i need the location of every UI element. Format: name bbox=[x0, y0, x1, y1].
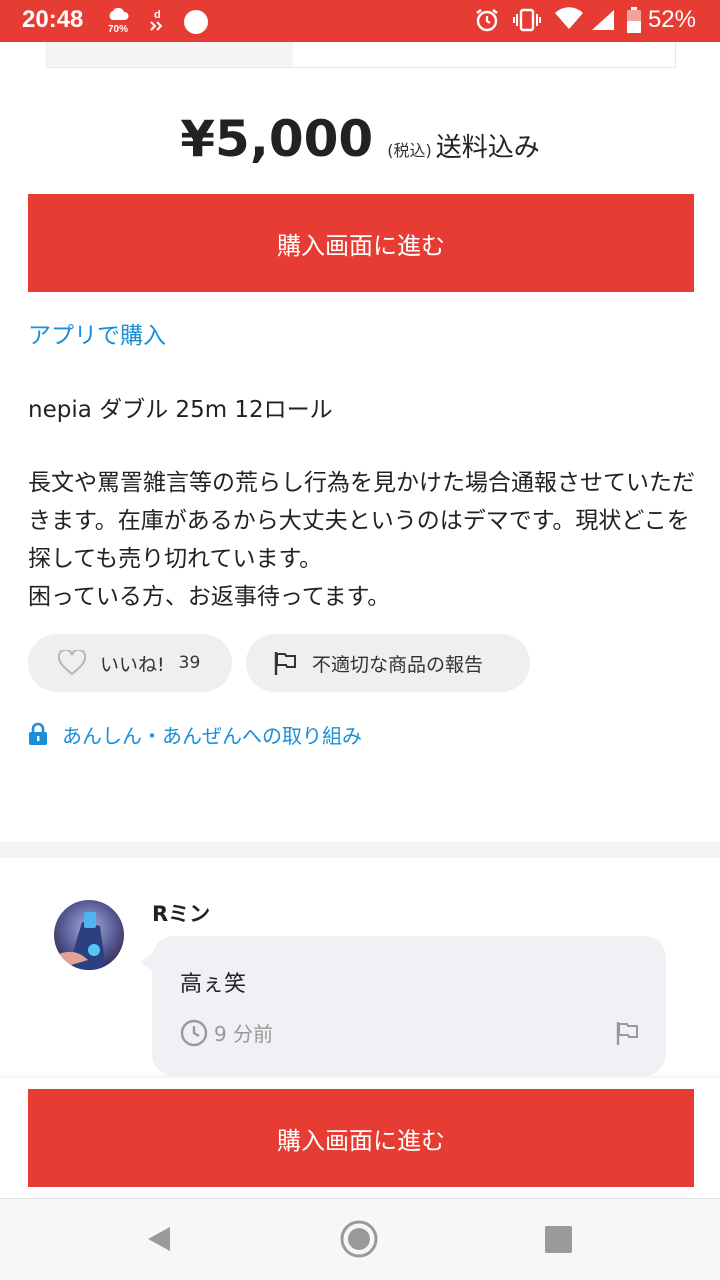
price-row: ¥5,000 (税込) 送料込み bbox=[0, 110, 720, 168]
price: ¥5,000 bbox=[180, 110, 374, 168]
heart-icon bbox=[58, 650, 86, 676]
svg-text:d: d bbox=[154, 9, 161, 21]
like-count: 39 bbox=[178, 653, 201, 673]
flag-icon bbox=[274, 652, 296, 675]
comment-time: 9 分前 bbox=[214, 1022, 274, 1046]
report-comment-flag-icon[interactable] bbox=[614, 1020, 640, 1046]
sticky-buy-button[interactable]: 購入画面に進む bbox=[28, 1089, 694, 1187]
weather-icon bbox=[109, 7, 129, 20]
comment-bubble: 高ぇ笑 9 分前 bbox=[152, 936, 666, 1076]
alarm-icon bbox=[476, 9, 498, 32]
product-description: 長文や罵詈雑言等の荒らし行為を見かけた場合通報させていただきます。在庫があるから… bbox=[28, 470, 695, 610]
status-bar: 20:48 70% d 52% bbox=[0, 0, 720, 42]
notification-app-icon: d bbox=[150, 9, 163, 31]
product-title: nepia ダブル 25m 12ロール bbox=[28, 397, 333, 423]
commenter-name[interactable]: Rミン bbox=[152, 898, 210, 928]
dot-notification-icon bbox=[184, 10, 208, 34]
thumbnail-placeholder[interactable] bbox=[47, 42, 293, 67]
buy-in-app-link[interactable]: アプリで購入 bbox=[28, 316, 166, 350]
commenter-avatar[interactable] bbox=[54, 900, 124, 970]
comment-text: 高ぇ笑 bbox=[180, 972, 247, 997]
battery-icon bbox=[627, 7, 641, 33]
clock-icon bbox=[180, 1019, 208, 1046]
section-divider bbox=[0, 842, 720, 858]
buy-button[interactable]: 購入画面に進む bbox=[28, 194, 694, 292]
image-thumbnail-strip[interactable] bbox=[46, 42, 676, 68]
home-icon[interactable] bbox=[340, 1220, 378, 1258]
recent-apps-icon[interactable] bbox=[545, 1226, 572, 1253]
tax-note: (税込) bbox=[387, 141, 432, 160]
wifi-icon bbox=[555, 7, 583, 29]
report-label: 不適切な商品の報告 bbox=[312, 653, 484, 676]
comment-meta: 9 分前 bbox=[180, 1018, 273, 1047]
lock-icon bbox=[29, 722, 47, 745]
back-icon[interactable] bbox=[146, 1225, 172, 1253]
shipping-note: 送料込み bbox=[435, 133, 540, 163]
cell-signal-icon bbox=[592, 10, 614, 30]
like-label: いいね! bbox=[100, 653, 165, 676]
safety-link[interactable]: あんしん・あんぜんへの取り組み bbox=[28, 720, 362, 748]
weather-badge: 70% bbox=[108, 24, 129, 35]
safety-link-label: あんしん・あんぜんへの取り組み bbox=[62, 723, 362, 748]
like-button[interactable]: いいね! 39 bbox=[28, 634, 232, 692]
vibrate-icon bbox=[513, 8, 541, 32]
status-time: 20:48 bbox=[22, 6, 84, 33]
avatar-image bbox=[54, 900, 124, 970]
report-item-button[interactable]: 不適切な商品の報告 bbox=[246, 634, 530, 692]
battery-percent: 52% bbox=[647, 6, 696, 33]
system-nav-bar bbox=[0, 1198, 720, 1280]
